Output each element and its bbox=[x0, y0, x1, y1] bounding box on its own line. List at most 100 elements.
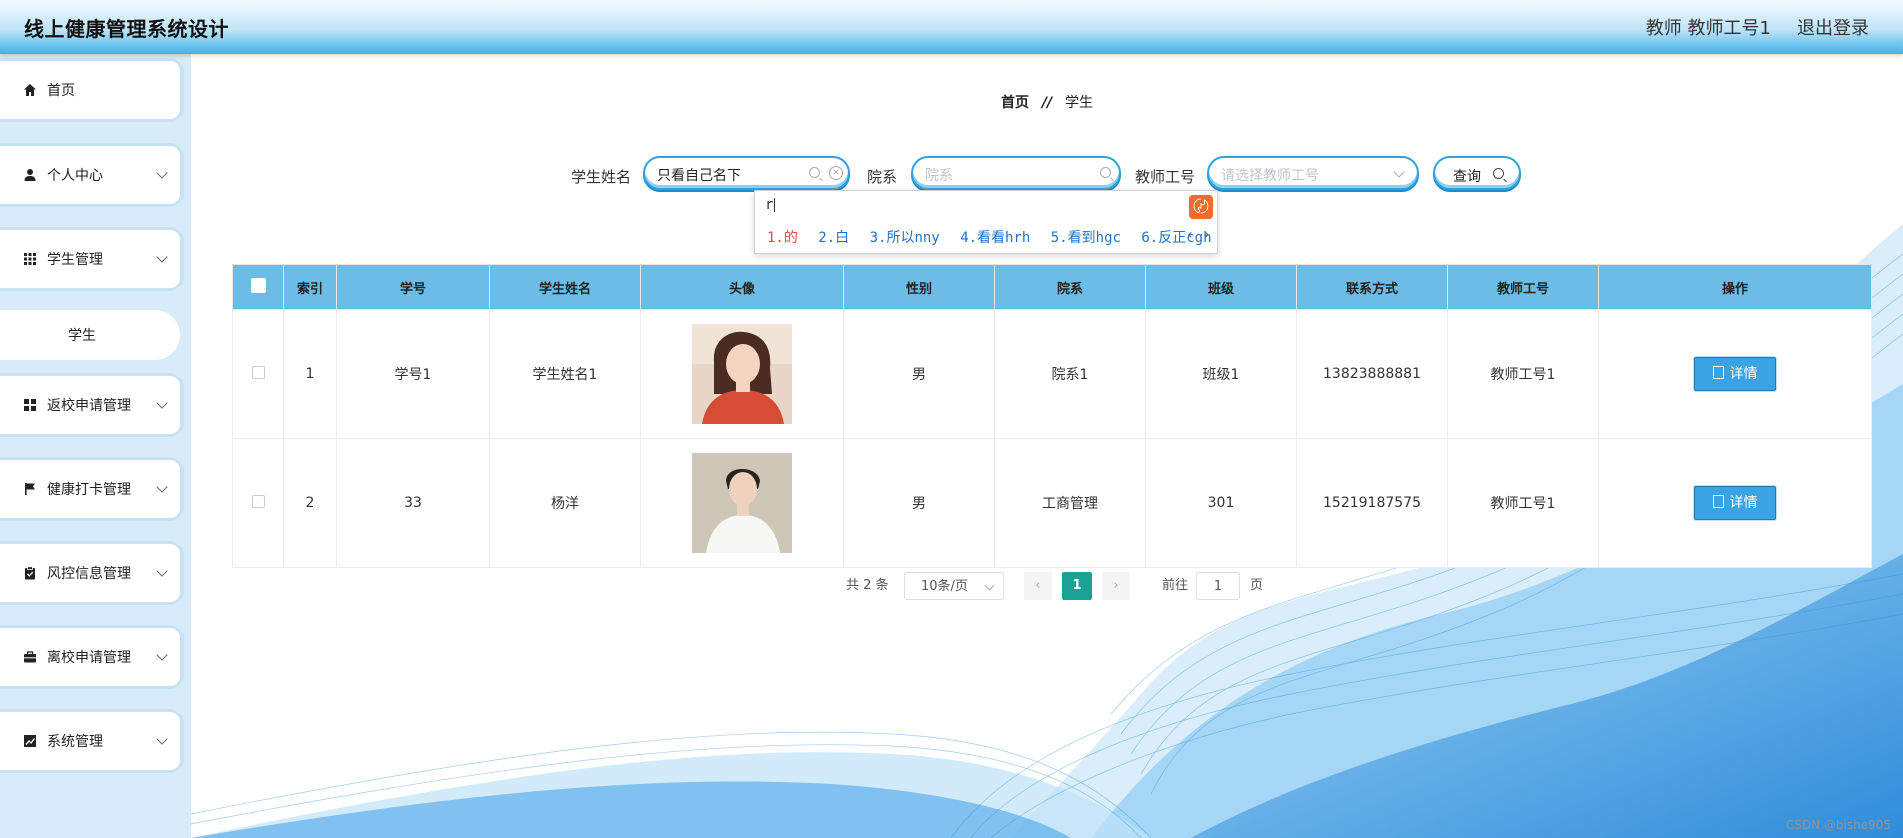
dept-cell: 工商管理 bbox=[994, 438, 1146, 568]
detail-button-label: 详情 bbox=[1729, 366, 1758, 382]
next-page-button[interactable]: › bbox=[1102, 572, 1130, 600]
dept-placeholder: 院系 bbox=[925, 168, 953, 184]
chart-icon bbox=[24, 735, 36, 747]
column-header[interactable]: 头像 bbox=[640, 264, 844, 310]
column-header[interactable]: 院系 bbox=[994, 264, 1146, 310]
detail-button[interactable]: 详情 bbox=[1694, 486, 1776, 520]
index-cell: 1 bbox=[283, 309, 337, 439]
avatar-cell bbox=[640, 438, 844, 568]
row-checkbox[interactable] bbox=[251, 494, 265, 508]
sidebar-item-label: 系统管理 bbox=[47, 734, 103, 750]
student-name-input[interactable]: 只看自己名下 × bbox=[643, 156, 850, 190]
chevron-down-icon bbox=[156, 649, 168, 661]
sidebar-item-personal-center[interactable]: 个人中心 bbox=[0, 146, 180, 204]
ime-candidate[interactable]: 1.的 bbox=[767, 230, 798, 246]
sidebar-item-return-application[interactable]: 返校申请管理 bbox=[0, 376, 180, 434]
dept-cell: 院系1 bbox=[994, 309, 1146, 439]
teacher-id-cell: 教师工号1 bbox=[1447, 438, 1599, 568]
actions-cell: 详情 bbox=[1598, 438, 1872, 568]
sidebar-item-leave-application[interactable]: 离校申请管理 bbox=[0, 628, 180, 686]
chevron-down-icon bbox=[156, 167, 168, 179]
sidebar-item-risk-control[interactable]: 风控信息管理 bbox=[0, 544, 180, 602]
main-content: 首页 // 学生 学生姓名 只看自己名下 × 院系 院系 教师工号 请选择教师工… bbox=[191, 54, 1903, 838]
row-select-cell bbox=[232, 438, 284, 568]
sidebar-item-label: 离校申请管理 bbox=[47, 650, 131, 666]
column-header[interactable]: 索引 bbox=[283, 264, 337, 310]
ime-candidate[interactable]: 4.看看hrh bbox=[960, 230, 1030, 246]
ime-candidate-list: 1.的 2.白 3.所以nny 4.看看hrh 5.看到hgc 6.反正cgh bbox=[767, 227, 1224, 247]
row-checkbox[interactable] bbox=[251, 365, 265, 379]
goto-label: 前往 bbox=[1162, 578, 1189, 593]
sidebar-item-label: 学生 bbox=[68, 328, 96, 344]
phone-cell: 13823888881 bbox=[1296, 309, 1448, 439]
sidebar-item-home[interactable]: 首页 bbox=[0, 61, 180, 119]
chevron-down-icon bbox=[156, 565, 168, 577]
teacher-id-label: 教师工号 bbox=[1135, 168, 1196, 186]
top-header: 线上健康管理系统设计 教师 教师工号1 退出登录 bbox=[0, 0, 1903, 54]
breadcrumb-home[interactable]: 首页 bbox=[1001, 95, 1029, 111]
student-id-cell: 学号1 bbox=[336, 309, 490, 439]
dept-label: 院系 bbox=[867, 168, 898, 186]
student-name-cell: 杨洋 bbox=[489, 438, 641, 568]
sidebar-item-label: 健康打卡管理 bbox=[47, 482, 131, 498]
sidebar-item-system-management[interactable]: 系统管理 bbox=[0, 712, 180, 770]
flag-icon bbox=[25, 483, 35, 495]
ime-candidate[interactable]: 5.看到hgc bbox=[1051, 230, 1121, 246]
briefcase-icon bbox=[24, 651, 36, 663]
grid-icon bbox=[24, 253, 36, 265]
search-icon bbox=[809, 167, 820, 178]
index-cell: 2 bbox=[283, 438, 337, 568]
sidebar-item-students[interactable]: 学生 bbox=[0, 310, 180, 360]
student-name-value: 只看自己名下 bbox=[657, 168, 741, 184]
search-icon bbox=[1100, 167, 1111, 178]
logout-link[interactable]: 退出登录 bbox=[1797, 14, 1869, 40]
page-size-select[interactable]: 10条/页 bbox=[904, 572, 1004, 600]
apps-icon bbox=[24, 399, 36, 411]
select-all-cell bbox=[232, 264, 284, 310]
actions-cell: 详情 bbox=[1598, 309, 1872, 439]
table-row: 2 33 杨洋 男 工商管理 301 15219187575 教师工号1 详情 bbox=[232, 438, 1872, 568]
document-icon bbox=[1712, 366, 1724, 379]
chevron-down-icon bbox=[156, 251, 168, 263]
column-header[interactable]: 班级 bbox=[1145, 264, 1297, 310]
watermark: CSDN @bishe905 bbox=[1785, 818, 1891, 832]
goto-page-input[interactable]: 1 bbox=[1196, 572, 1240, 600]
select-all-checkbox[interactable] bbox=[250, 277, 266, 293]
students-table: 索引 学号 学生姓名 头像 性别 院系 班级 联系方式 教师工号 操作 1 学号… bbox=[232, 264, 1872, 568]
dept-input[interactable]: 院系 bbox=[911, 156, 1121, 190]
chevron-down-icon bbox=[156, 481, 168, 493]
avatar bbox=[692, 324, 792, 424]
avatar-cell bbox=[640, 309, 844, 439]
sidebar-item-label: 首页 bbox=[47, 83, 75, 99]
sidebar: 首页 个人中心 学生管理 学生 返校申请管理 健康打卡管理 风控信息管理 离校申… bbox=[0, 54, 191, 838]
column-header[interactable]: 学号 bbox=[336, 264, 490, 310]
ime-page-arrows[interactable]: ‹ › bbox=[1186, 227, 1211, 243]
column-header[interactable]: 学生姓名 bbox=[489, 264, 641, 310]
phone-cell: 15219187575 bbox=[1296, 438, 1448, 568]
ime-candidate-popup: r 〄 1.的 2.白 3.所以nny 4.看看hrh 5.看到hgc 6.反正… bbox=[754, 190, 1218, 254]
column-header[interactable]: 联系方式 bbox=[1296, 264, 1448, 310]
teacher-id-select[interactable]: 请选择教师工号 bbox=[1207, 156, 1419, 190]
sidebar-item-student-management[interactable]: 学生管理 bbox=[0, 230, 180, 288]
class-cell: 班级1 bbox=[1145, 309, 1297, 439]
column-header[interactable]: 性别 bbox=[843, 264, 995, 310]
student-name-cell: 学生姓名1 bbox=[489, 309, 641, 439]
document-icon bbox=[1712, 495, 1724, 508]
ime-pinyin: r bbox=[765, 197, 774, 213]
clear-icon[interactable]: × bbox=[829, 166, 843, 180]
detail-button[interactable]: 详情 bbox=[1694, 357, 1776, 391]
class-cell: 301 bbox=[1145, 438, 1297, 568]
column-header[interactable]: 教师工号 bbox=[1447, 264, 1599, 310]
chevron-down-icon bbox=[156, 397, 168, 409]
prev-page-button[interactable]: ‹ bbox=[1024, 572, 1052, 600]
sidebar-item-label: 风控信息管理 bbox=[47, 566, 131, 582]
query-button[interactable]: 查询 bbox=[1433, 156, 1521, 190]
ime-candidate[interactable]: 2.白 bbox=[818, 230, 849, 246]
sidebar-item-health-checkin[interactable]: 健康打卡管理 bbox=[0, 460, 180, 518]
ime-candidate[interactable]: 3.所以nny bbox=[870, 230, 940, 246]
student-name-label: 学生姓名 bbox=[571, 168, 632, 186]
pagination: 共 2 条 10条/页 ‹ 1 › 前往 1 页 bbox=[191, 572, 1903, 602]
page-number-active[interactable]: 1 bbox=[1062, 572, 1092, 600]
sidebar-item-label: 个人中心 bbox=[47, 168, 103, 184]
teacher-id-cell: 教师工号1 bbox=[1447, 309, 1599, 439]
